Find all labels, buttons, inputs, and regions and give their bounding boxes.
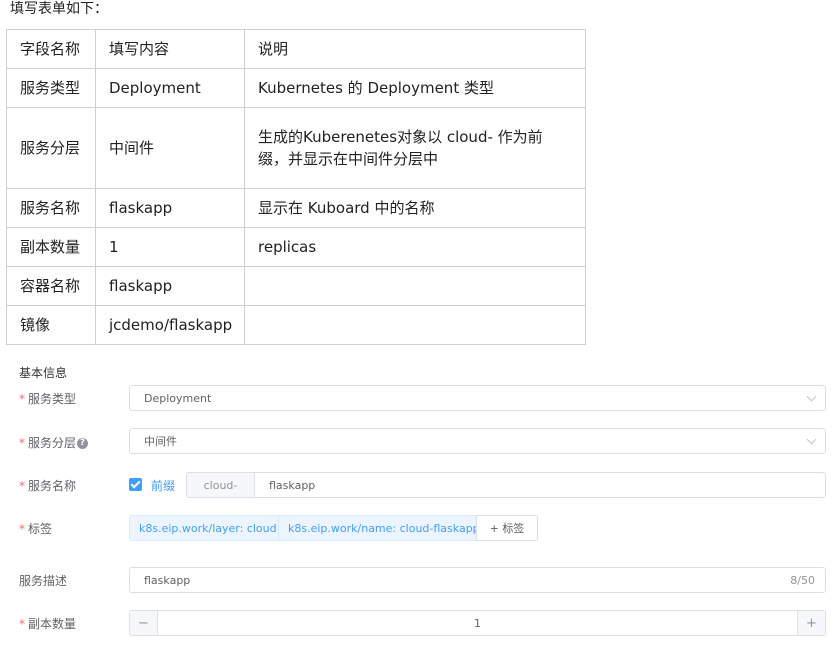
table-cell: 镜像: [6, 305, 96, 345]
char-count: 8/50: [790, 573, 815, 587]
description-label: 服务描述: [19, 574, 68, 588]
header-field-name: 字段名称: [6, 29, 96, 69]
add-label-button[interactable]: + 标签: [476, 515, 538, 541]
table-cell: flaskapp: [95, 188, 245, 228]
labels-label: * 标签: [19, 522, 53, 536]
service-name-value: flaskapp: [269, 478, 316, 492]
label-tag[interactable]: k8s.eip.work/name: cloud-flaskapp: [278, 515, 490, 541]
prefix-checkbox[interactable]: [129, 478, 142, 491]
label-tag[interactable]: k8s.eip.work/layer: cloud: [129, 515, 287, 541]
table-cell: 容器名称: [6, 266, 96, 306]
table-cell: [244, 305, 586, 345]
table-cell: 服务名称: [6, 188, 96, 228]
chevron-down-icon: [806, 391, 817, 402]
table-row: 服务分层 中间件 生成的Kuberenetes对象以 cloud- 作为前缀，并…: [6, 107, 586, 189]
header-description: 说明: [244, 29, 586, 69]
section-title: 基本信息: [19, 366, 68, 380]
table-row: 服务名称 flaskapp 显示在 Kuboard 中的名称: [6, 188, 586, 228]
description-value: flaskapp: [144, 573, 191, 587]
increment-button[interactable]: +: [797, 611, 825, 635]
replicas-value: 1: [474, 616, 481, 630]
table-row: 容器名称 flaskapp: [6, 266, 586, 306]
table-cell: Deployment: [95, 68, 245, 108]
table-row: 镜像 jcdemo/flaskapp: [6, 305, 586, 345]
name-prefix: cloud-: [186, 472, 255, 498]
table-cell: 服务类型: [6, 68, 96, 108]
chevron-down-icon: [806, 434, 817, 445]
service-type-value: Deployment: [144, 391, 212, 405]
table-cell: 生成的Kuberenetes对象以 cloud- 作为前缀，并显示在中间件分层中: [244, 107, 586, 189]
table-cell: 副本数量: [6, 227, 96, 267]
replicas-label: * 副本数量: [19, 617, 77, 631]
table-cell: Kubernetes 的 Deployment 类型: [244, 68, 586, 108]
description-input[interactable]: flaskapp 8/50: [129, 567, 826, 593]
header-content: 填写内容: [95, 29, 245, 69]
service-name-label: * 服务名称: [19, 479, 77, 493]
service-name-input[interactable]: flaskapp: [254, 472, 826, 498]
replicas-stepper[interactable]: 1: [129, 610, 826, 636]
service-layer-label: * 服务分层?: [19, 434, 89, 451]
table-cell: flaskapp: [95, 266, 245, 306]
intro-text: 填写表单如下：: [10, 1, 108, 17]
table-row: 副本数量 1 replicas: [6, 227, 586, 267]
service-layer-value: 中间件: [144, 435, 177, 448]
table-row: 服务类型 Deployment Kubernetes 的 Deployment …: [6, 68, 586, 108]
table-header-row: 字段名称 填写内容 说明: [6, 29, 586, 69]
spec-table: 字段名称 填写内容 说明 服务类型 Deployment Kubernetes …: [6, 29, 586, 345]
table-cell: 显示在 Kuboard 中的名称: [244, 188, 586, 228]
table-cell: 1: [95, 227, 245, 267]
service-layer-select[interactable]: 中间件: [129, 428, 826, 454]
table-cell: 服务分层: [6, 107, 96, 189]
decrement-button[interactable]: −: [130, 611, 158, 635]
prefix-checkbox-label[interactable]: 前缀: [151, 477, 175, 494]
service-type-select[interactable]: Deployment: [129, 385, 826, 411]
table-cell: jcdemo/flaskapp: [95, 305, 245, 345]
question-circle-icon[interactable]: ?: [77, 438, 89, 449]
table-cell: replicas: [244, 227, 586, 267]
table-cell: [244, 266, 586, 306]
service-type-label: * 服务类型: [19, 392, 77, 406]
table-cell: 中间件: [95, 107, 245, 189]
